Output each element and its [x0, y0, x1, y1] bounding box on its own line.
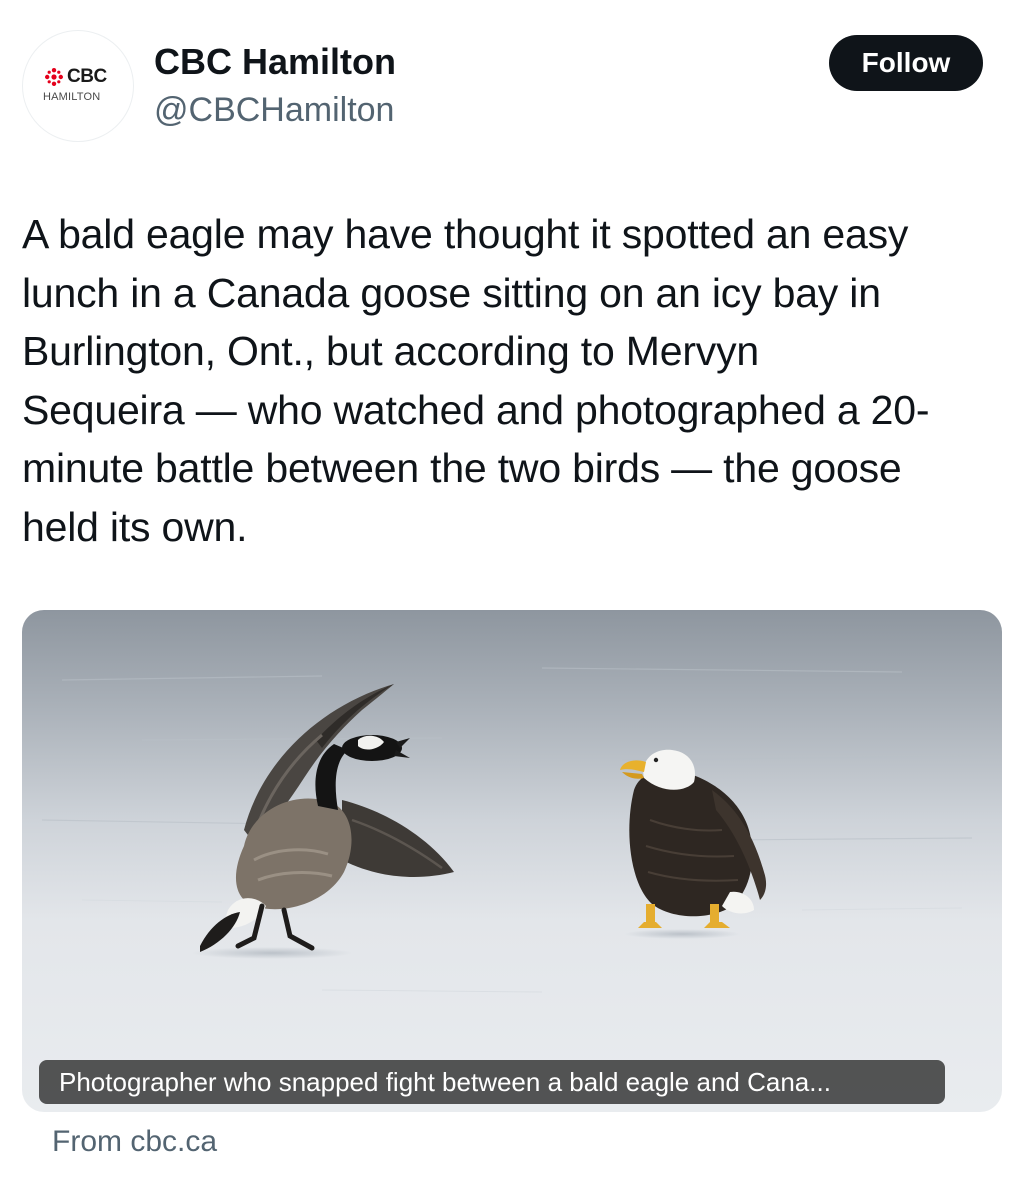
- eagle-goose-photo: [22, 610, 1002, 1112]
- link-card[interactable]: Photographer who snapped fight between a…: [22, 610, 1002, 1112]
- tweet-page: CBC HAMILTON CBC Hamilton @CBCHamilton F…: [0, 0, 1024, 1200]
- cbc-logo-subtext: HAMILTON: [43, 91, 101, 103]
- link-card-caption: Photographer who snapped fight between a…: [39, 1060, 945, 1104]
- follow-button[interactable]: Follow: [829, 35, 983, 91]
- tweet-text: A bald eagle may have thought it spotted…: [22, 211, 930, 550]
- link-source[interactable]: From cbc.ca: [52, 1122, 217, 1162]
- account-handle[interactable]: @CBCHamilton: [154, 88, 394, 132]
- display-name[interactable]: CBC Hamilton: [154, 40, 396, 84]
- cbc-logo-text: CBC: [67, 66, 107, 87]
- cbc-gem-icon: [45, 68, 63, 86]
- avatar[interactable]: CBC HAMILTON: [22, 30, 134, 142]
- cbc-logo: CBC: [44, 67, 107, 87]
